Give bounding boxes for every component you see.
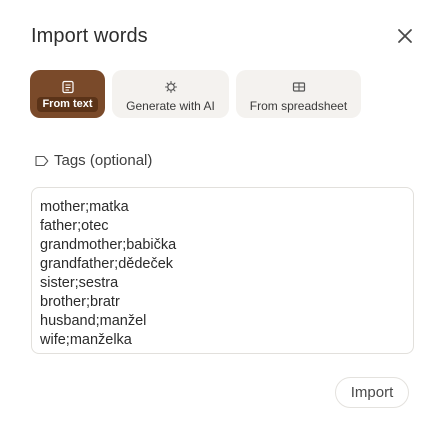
tab-from-text-label: From text — [37, 97, 98, 112]
dialog-title: Import words — [31, 25, 148, 47]
sparkle-gear-icon — [164, 80, 178, 94]
word-line: wife;manželka — [40, 332, 132, 348]
word-line: sister;sestra — [40, 275, 119, 291]
word-line: brother;bratr — [40, 294, 120, 310]
word-line: father;otec — [40, 218, 109, 234]
import-words-dialog: Import words From text Generate with AI … — [0, 0, 445, 425]
document-icon — [61, 80, 75, 94]
tags-label: Tags (optional) — [54, 151, 153, 169]
word-line: mother;matka — [40, 199, 129, 215]
tab-generate-with-ai[interactable]: Generate with AI — [112, 70, 229, 118]
word-line: grandfather;dědeček — [40, 256, 174, 272]
tags-field[interactable]: Tags (optional) — [35, 150, 152, 170]
import-button[interactable]: Import — [335, 377, 409, 408]
tab-from-text[interactable]: From text — [30, 70, 105, 118]
word-line: husband;manžel — [40, 313, 147, 329]
words-textarea[interactable]: mother;matka father;otec grandmother;bab… — [31, 187, 414, 354]
close-icon[interactable] — [396, 27, 414, 45]
tab-from-spreadsheet[interactable]: From spreadsheet — [236, 70, 361, 118]
tab-from-spreadsheet-label: From spreadsheet — [249, 99, 348, 113]
word-line: grandmother;babička — [40, 237, 177, 253]
tag-icon — [35, 154, 49, 167]
table-icon — [292, 80, 306, 94]
tab-generate-with-ai-label: Generate with AI — [126, 99, 215, 113]
